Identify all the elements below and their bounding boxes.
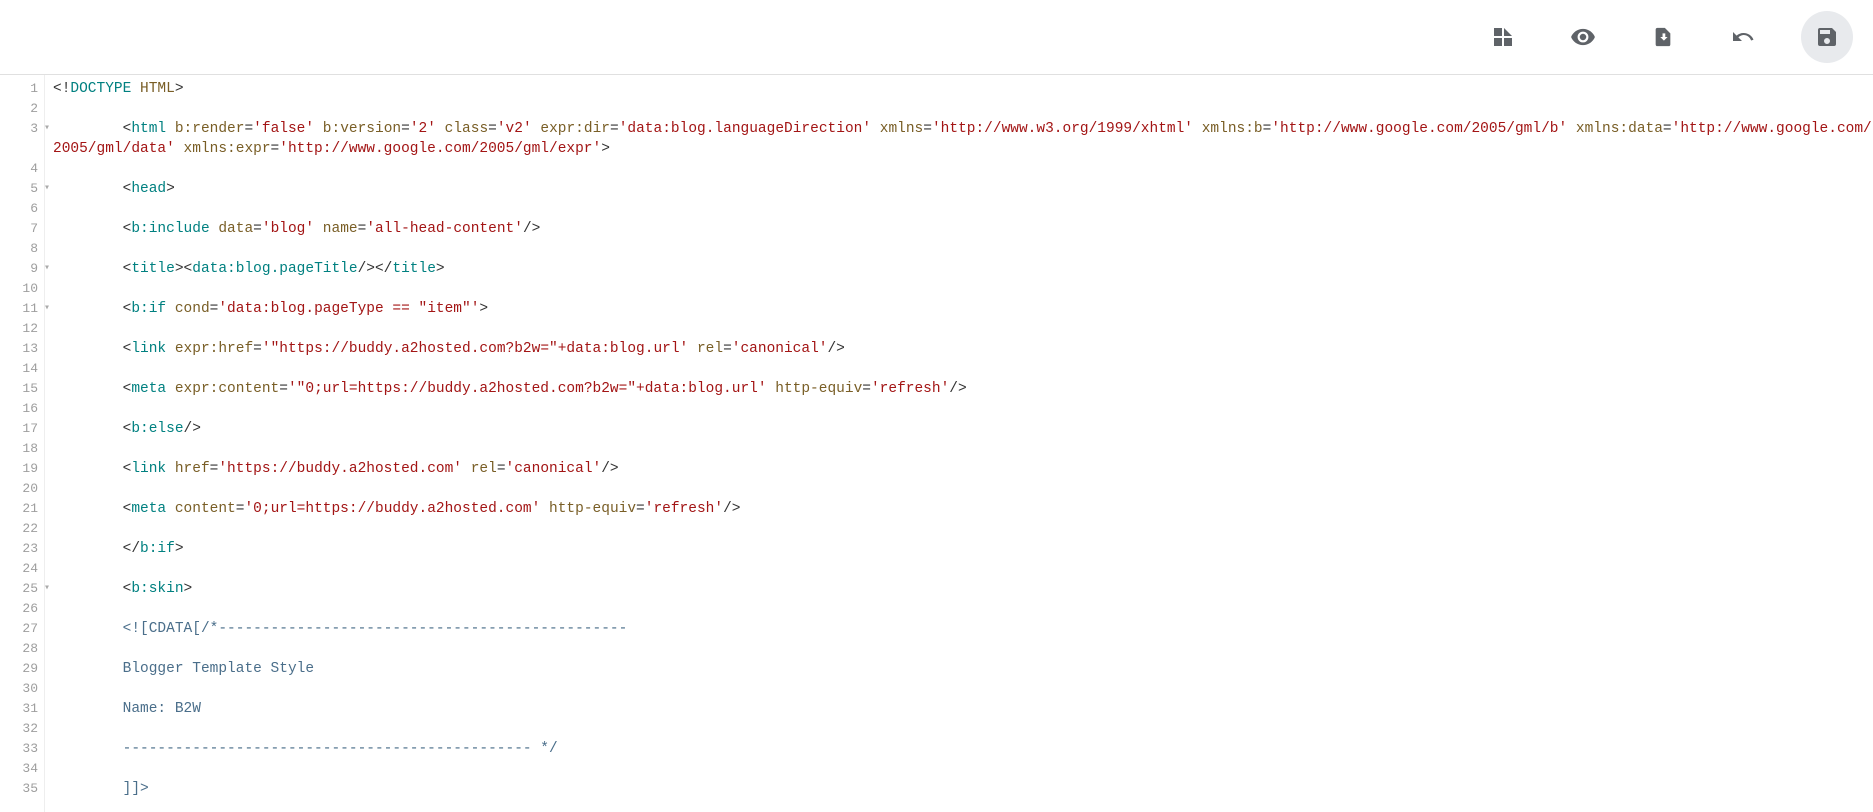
- line-number: 24: [0, 559, 38, 579]
- code-area[interactable]: <!DOCTYPE HTML> <html b:render='false' b…: [45, 75, 1873, 812]
- code-line[interactable]: [53, 759, 1873, 779]
- code-line[interactable]: Name: B2W: [53, 699, 1873, 719]
- code-line[interactable]: ]]>: [53, 779, 1873, 799]
- code-line[interactable]: [53, 639, 1873, 659]
- code-line[interactable]: [53, 199, 1873, 219]
- line-number: 17: [0, 419, 38, 439]
- code-line[interactable]: [53, 599, 1873, 619]
- toolbar: [0, 0, 1873, 75]
- line-number: 26: [0, 599, 38, 619]
- line-number: 29: [0, 659, 38, 679]
- line-number: 3: [0, 119, 38, 159]
- code-line[interactable]: ----------------------------------------…: [53, 739, 1873, 759]
- code-line[interactable]: <link expr:href='"https://buddy.a2hosted…: [53, 339, 1873, 359]
- code-line[interactable]: <b:skin>: [53, 579, 1873, 599]
- code-line[interactable]: <head>: [53, 179, 1873, 199]
- line-number: 22: [0, 519, 38, 539]
- code-line[interactable]: <meta content='0;url=https://buddy.a2hos…: [53, 499, 1873, 519]
- line-number: 25: [0, 579, 38, 599]
- code-editor[interactable]: 1234567891011121314151617181920212223242…: [0, 75, 1873, 812]
- code-line[interactable]: [53, 719, 1873, 739]
- line-number: 16: [0, 399, 38, 419]
- code-line[interactable]: [53, 479, 1873, 499]
- code-line[interactable]: [53, 359, 1873, 379]
- line-number: 4: [0, 159, 38, 179]
- line-number: 33: [0, 739, 38, 759]
- preview-icon[interactable]: [1561, 15, 1605, 59]
- line-number: 10: [0, 279, 38, 299]
- code-line[interactable]: <b:if cond='data:blog.pageType == "item"…: [53, 299, 1873, 319]
- code-line[interactable]: <meta expr:content='"0;url=https://buddy…: [53, 379, 1873, 399]
- restore-icon[interactable]: [1641, 15, 1685, 59]
- line-number: 8: [0, 239, 38, 259]
- line-number: 1: [0, 79, 38, 99]
- line-number: 21: [0, 499, 38, 519]
- line-number: 20: [0, 479, 38, 499]
- dashboard-icon[interactable]: [1481, 15, 1525, 59]
- code-line[interactable]: [53, 679, 1873, 699]
- code-line[interactable]: <b:include data='blog' name='all-head-co…: [53, 219, 1873, 239]
- code-line[interactable]: <![CDATA[/*-----------------------------…: [53, 619, 1873, 639]
- code-line[interactable]: [53, 439, 1873, 459]
- line-number: 23: [0, 539, 38, 559]
- line-number: 18: [0, 439, 38, 459]
- code-line[interactable]: <html b:render='false' b:version='2' cla…: [53, 119, 1873, 159]
- line-number: 13: [0, 339, 38, 359]
- code-line[interactable]: <b:else/>: [53, 419, 1873, 439]
- code-line[interactable]: [53, 159, 1873, 179]
- code-line[interactable]: [53, 239, 1873, 259]
- line-number: 27: [0, 619, 38, 639]
- line-number: 5: [0, 179, 38, 199]
- line-number: 6: [0, 199, 38, 219]
- code-line[interactable]: [53, 559, 1873, 579]
- line-number: 30: [0, 679, 38, 699]
- undo-icon[interactable]: [1721, 15, 1765, 59]
- line-number: 31: [0, 699, 38, 719]
- code-line[interactable]: [53, 319, 1873, 339]
- line-number: 19: [0, 459, 38, 479]
- code-line[interactable]: <link href='https://buddy.a2hosted.com' …: [53, 459, 1873, 479]
- line-number: 2: [0, 99, 38, 119]
- line-number-gutter: 1234567891011121314151617181920212223242…: [0, 75, 45, 812]
- line-number: 14: [0, 359, 38, 379]
- code-line[interactable]: [53, 519, 1873, 539]
- code-line[interactable]: </b:if>: [53, 539, 1873, 559]
- line-number: 35: [0, 779, 38, 799]
- line-number: 12: [0, 319, 38, 339]
- line-number: 7: [0, 219, 38, 239]
- code-line[interactable]: Blogger Template Style: [53, 659, 1873, 679]
- code-line[interactable]: [53, 279, 1873, 299]
- code-line[interactable]: [53, 99, 1873, 119]
- line-number: 28: [0, 639, 38, 659]
- line-number: 15: [0, 379, 38, 399]
- line-number: 32: [0, 719, 38, 739]
- code-line[interactable]: <title><data:blog.pageTitle/></title>: [53, 259, 1873, 279]
- save-button[interactable]: [1801, 11, 1853, 63]
- code-line[interactable]: [53, 399, 1873, 419]
- line-number: 34: [0, 759, 38, 779]
- line-number: 11: [0, 299, 38, 319]
- line-number: 9: [0, 259, 38, 279]
- code-line[interactable]: <!DOCTYPE HTML>: [53, 79, 1873, 99]
